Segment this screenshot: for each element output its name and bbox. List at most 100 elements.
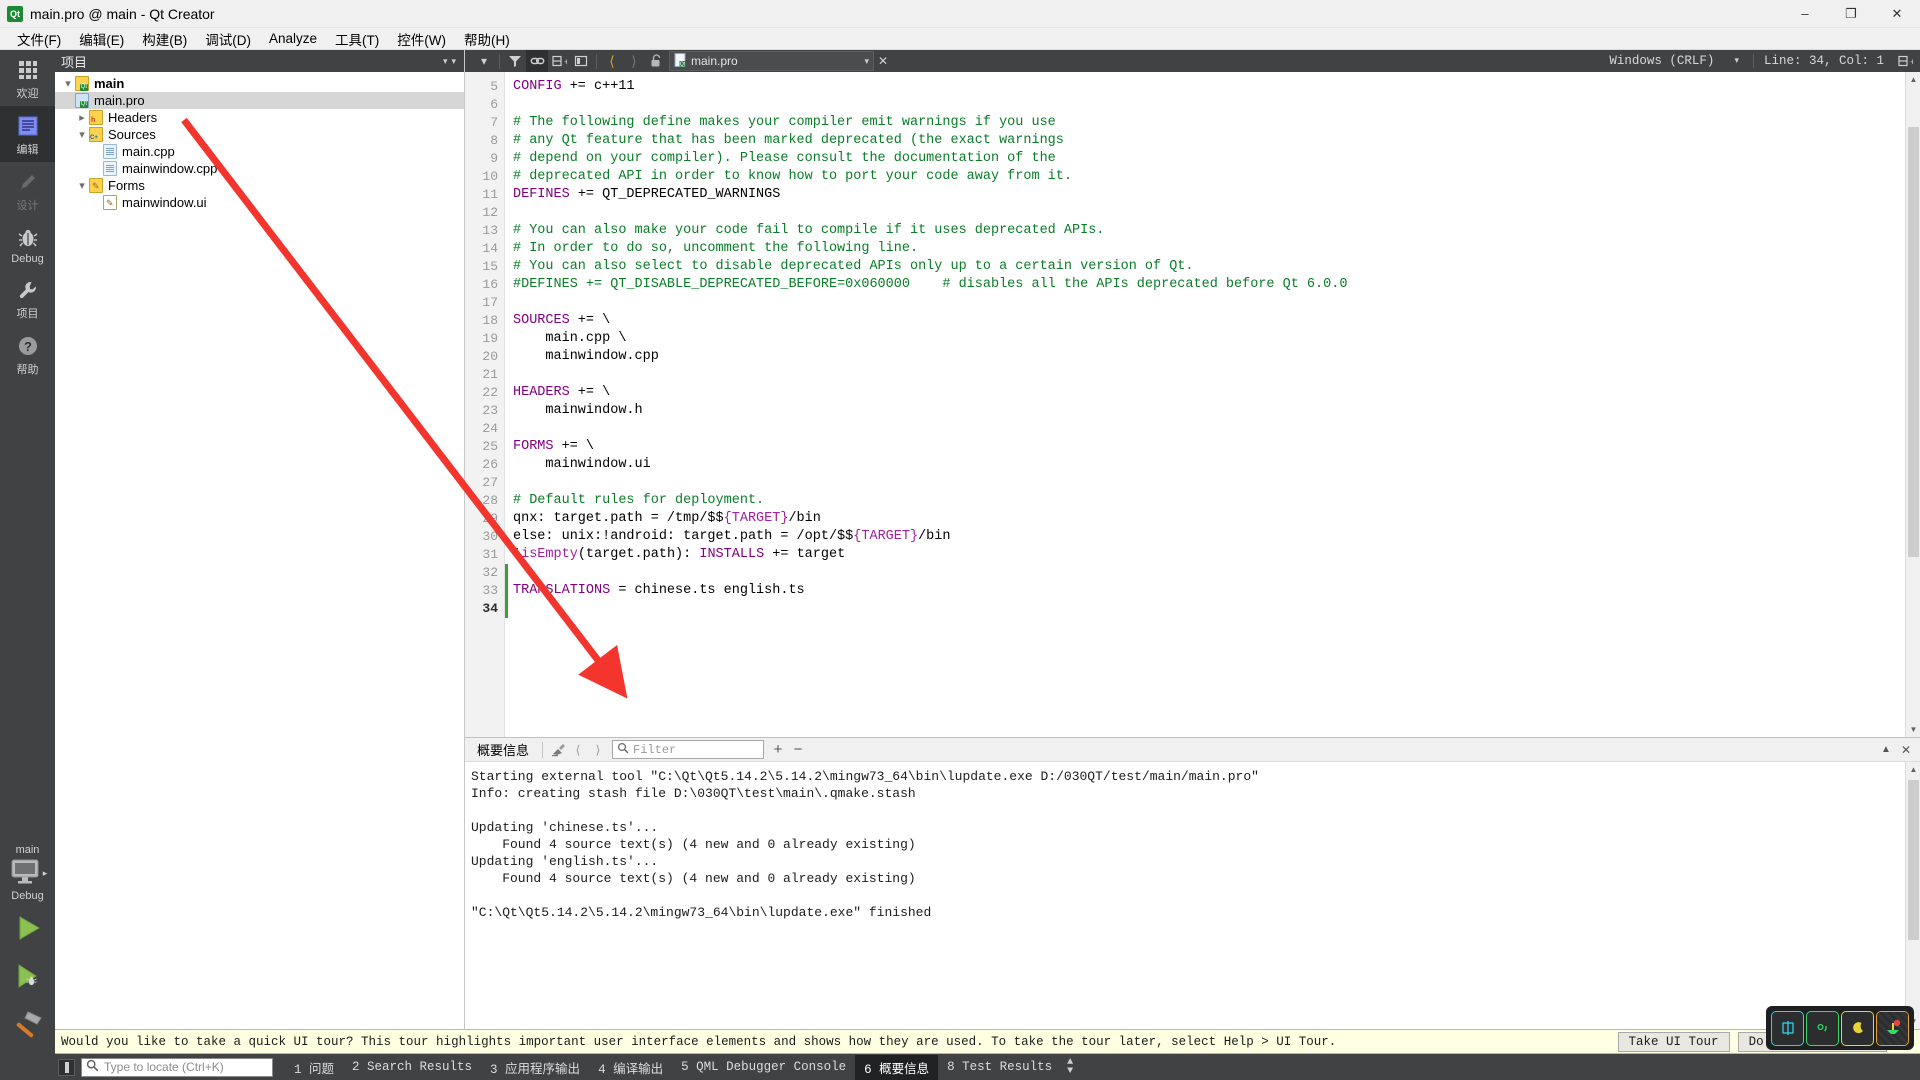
code-line[interactable]: # Default rules for deployment. — [505, 492, 1905, 510]
project-tree[interactable]: main main.pro H — [55, 72, 464, 1029]
expand-arrow-icon[interactable] — [75, 179, 89, 192]
code-line[interactable] — [505, 474, 1905, 492]
output-vertical-scrollbar[interactable]: ▲ ▼ — [1905, 762, 1920, 1029]
status-tab-app-output[interactable]: 3 应用程序输出 — [481, 1055, 589, 1080]
menu-build[interactable]: 构建(B) — [133, 27, 196, 51]
tree-item-mainwindow-ui[interactable]: mainwindow.ui — [55, 194, 464, 211]
code-line[interactable] — [505, 600, 1905, 618]
sidebar-item-welcome[interactable]: 欢迎 — [0, 50, 55, 106]
code-line[interactable]: # You can also make your code fail to co… — [505, 222, 1905, 240]
sidebar-item-projects[interactable]: 项目 — [0, 270, 55, 326]
code-lines[interactable]: CONFIG += c++11 # The following define m… — [505, 72, 1905, 737]
moon-icon[interactable] — [1842, 1011, 1873, 1045]
locator-input[interactable]: Type to locate (Ctrl+K) — [81, 1057, 273, 1077]
code-line[interactable] — [505, 420, 1905, 438]
code-line[interactable]: FORMS += \ — [505, 438, 1905, 456]
monitor-icon[interactable] — [8, 858, 42, 889]
file-combo-chevron-down-icon[interactable]: ▾ — [864, 56, 869, 67]
unlock-icon[interactable] — [645, 50, 667, 72]
code-editor[interactable]: 5 6 7 8 9 10 11 12 13 14 15 16 17 18 19 20 21 22 23 24 25 26 2… — [465, 72, 1920, 737]
sidebar-item-design[interactable]: 设计 — [0, 162, 55, 218]
status-tab-search-results[interactable]: 2 Search Results — [343, 1057, 481, 1077]
code-line[interactable]: # The following define makes your compil… — [505, 114, 1905, 132]
tree-item-forms[interactable]: Forms — [55, 177, 464, 194]
code-line[interactable]: else: unix:!android: target.path = /opt/… — [505, 528, 1905, 546]
tree-item-headers[interactable]: Headers — [55, 109, 464, 126]
menu-debug[interactable]: 调试(D) — [196, 27, 260, 51]
maximize-output-chevron-up-icon[interactable]: ▲ — [1876, 740, 1896, 760]
chinese-input-icon[interactable] — [1772, 1011, 1803, 1045]
tree-item-sources[interactable]: Sources — [55, 126, 464, 143]
code-line[interactable]: qnx: target.path = /tmp/$${TARGET}/bin — [505, 510, 1905, 528]
forward-chevron-right-icon[interactable]: ⟩ — [623, 50, 645, 72]
expand-arrow-icon[interactable] — [61, 77, 75, 90]
code-line[interactable]: mainwindow.ui — [505, 456, 1905, 474]
code-line[interactable] — [505, 96, 1905, 114]
run-button[interactable] — [0, 904, 55, 952]
code-line[interactable] — [505, 204, 1905, 222]
close-output-icon[interactable]: ✕ — [1896, 740, 1916, 760]
code-line[interactable]: DEFINES += QT_DEPRECATED_WARNINGS — [505, 186, 1905, 204]
clear-pane-icon[interactable] — [548, 740, 568, 760]
status-tab-general-messages[interactable]: 6 概要信息 — [855, 1054, 939, 1080]
menu-window[interactable]: 控件(W) — [388, 27, 455, 51]
kit-chevron-right-icon[interactable]: ▸ — [43, 868, 48, 879]
maximize-button[interactable]: ❐ — [1828, 0, 1874, 28]
output-prev-chevron-left-icon[interactable]: ⟨ — [568, 740, 588, 760]
status-tab-qml-debugger[interactable]: 5 QML Debugger Console — [672, 1057, 855, 1077]
menu-tools[interactable]: 工具(T) — [326, 27, 388, 51]
tree-item-main-cpp[interactable]: main.cpp — [55, 143, 464, 160]
expand-arrow-icon[interactable] — [75, 128, 89, 141]
code-line[interactable]: # In order to do so, uncomment the follo… — [505, 240, 1905, 258]
code-line[interactable]: mainwindow.h — [505, 402, 1905, 420]
output-filter-input[interactable]: Filter — [612, 740, 765, 759]
project-menu-chevron-icon[interactable]: ▾ — [449, 56, 458, 67]
take-ui-tour-button[interactable]: Take UI Tour — [1617, 1031, 1730, 1052]
sidebar-toggle-icon[interactable] — [58, 1058, 75, 1076]
project-filter-chevron-icon[interactable]: ▾ — [441, 56, 450, 67]
funnel-icon[interactable] — [504, 50, 526, 72]
tree-item-main-pro[interactable]: main.pro — [55, 92, 464, 109]
code-line[interactable]: # deprecated API in order to know how to… — [505, 168, 1905, 186]
debug-button[interactable] — [0, 952, 55, 1000]
scroll-up-arrow-icon[interactable]: ▲ — [1906, 72, 1920, 87]
code-line[interactable]: TRANSLATIONS = chinese.ts english.ts — [505, 582, 1905, 600]
code-line[interactable]: main.cpp \ — [505, 330, 1905, 348]
status-tab-compile-output[interactable]: 4 编译输出 — [589, 1055, 672, 1080]
scroll-down-arrow-icon[interactable]: ▼ — [1906, 722, 1920, 737]
up-down-arrows-icon[interactable]: ▲ ▼ — [1067, 1058, 1073, 1077]
output-text[interactable]: Starting external tool "C:\Qt\Qt5.14.2\5… — [465, 762, 1905, 1029]
code-line[interactable]: #DEFINES += QT_DISABLE_DEPRECATED_BEFORE… — [505, 276, 1905, 294]
code-line[interactable]: # You can also select to disable depreca… — [505, 258, 1905, 276]
close-button[interactable]: ✕ — [1874, 0, 1920, 28]
sidebar-item-debug[interactable]: Debug — [0, 218, 55, 270]
link-icon[interactable] — [526, 50, 548, 72]
comma-punctuation-icon[interactable] — [1807, 1011, 1838, 1045]
code-line[interactable]: # depend on your compiler). Please consu… — [505, 150, 1905, 168]
code-line[interactable]: # any Qt feature that has been marked de… — [505, 132, 1905, 150]
editor-vertical-scrollbar[interactable]: ▲ ▼ — [1905, 72, 1920, 737]
code-line[interactable]: mainwindow.cpp — [505, 348, 1905, 366]
open-file-combo[interactable]: Qt main.pro ▾ — [669, 51, 874, 71]
code-line[interactable]: !isEmpty(target.path): INSTALLS += targe… — [505, 546, 1905, 564]
split-horizontal-icon[interactable]: + — [548, 50, 570, 72]
chevron-down-icon[interactable]: ▾ — [473, 50, 495, 72]
collapse-arrow-icon[interactable] — [75, 111, 89, 124]
zoom-in-button[interactable]: + — [768, 740, 788, 760]
code-line[interactable]: SOURCES += \ — [505, 312, 1905, 330]
tree-item-mainwindow-cpp[interactable]: mainwindow.cpp — [55, 160, 464, 177]
status-tab-test-results[interactable]: 8 Test Results — [938, 1057, 1061, 1077]
menu-help[interactable]: 帮助(H) — [455, 27, 519, 51]
menu-file[interactable]: 文件(F) — [8, 27, 70, 51]
split-add-icon[interactable]: + — [1894, 50, 1916, 72]
code-line[interactable]: CONFIG += c++11 — [505, 78, 1905, 96]
menu-edit[interactable]: 编辑(E) — [70, 27, 133, 51]
build-button[interactable] — [0, 1000, 55, 1048]
status-tab-issues[interactable]: 1 问题 — [285, 1055, 343, 1080]
minimize-button[interactable]: – — [1782, 0, 1828, 28]
code-line[interactable] — [505, 366, 1905, 384]
scrollbar-thumb[interactable] — [1908, 127, 1919, 557]
menu-analyze[interactable]: Analyze — [260, 29, 326, 48]
zoom-out-button[interactable]: − — [788, 740, 808, 760]
sidebar-item-help[interactable]: ? 帮助 — [0, 326, 55, 382]
